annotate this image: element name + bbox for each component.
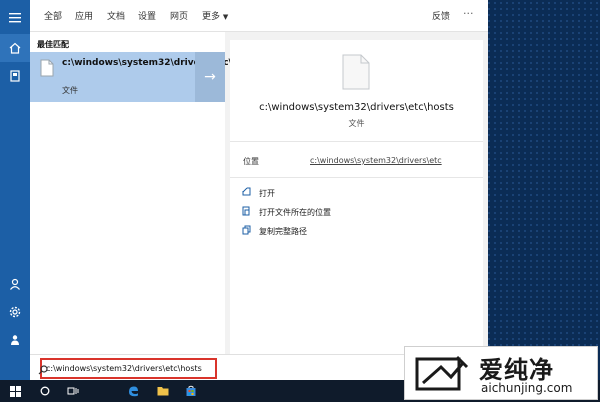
more-options-button[interactable]: ··· <box>463 7 474 20</box>
tab-documents[interactable]: 文档 <box>107 9 125 22</box>
file-large-icon <box>342 54 370 94</box>
search-icon <box>38 360 48 379</box>
cortana-icon[interactable] <box>34 380 56 402</box>
site-watermark: 爱纯净 aichunjing.com <box>404 346 598 400</box>
open-action-label: 打开 <box>259 188 275 198</box>
edge-icon[interactable] <box>122 380 144 402</box>
brand-url: aichunjing.com <box>481 381 573 395</box>
filter-tabs-bar: 全部 应用 文档 设置 网页 更多 ▼ 反馈 ··· <box>30 0 488 32</box>
tab-web[interactable]: 网页 <box>170 9 188 22</box>
home-icon[interactable] <box>0 34 30 62</box>
best-match-title: c:\windows\system32\drivers\etc\hosts <box>62 58 260 68</box>
open-file-location-action[interactable]: 打开文件所在的位置 <box>242 205 331 219</box>
open-icon <box>242 187 252 199</box>
feedback-link[interactable]: 反馈 <box>432 9 450 22</box>
task-view-icon[interactable] <box>62 380 84 402</box>
store-icon[interactable] <box>180 380 202 402</box>
detail-title: c:\windows\system32\drivers\etc\hosts <box>259 102 454 113</box>
location-link[interactable]: c:\windows\system32\drivers\etc <box>310 156 442 165</box>
settings-icon[interactable] <box>0 298 30 326</box>
open-action[interactable]: 打开 <box>242 186 275 200</box>
location-label: 位置 <box>243 157 259 166</box>
best-match-item[interactable]: c:\windows\system32\drivers\etc\hosts 文件… <box>30 52 260 102</box>
recent-docs-icon[interactable] <box>0 62 30 90</box>
results-list: 最佳匹配 c:\windows\system32\drivers\etc\hos… <box>30 32 260 354</box>
folder-open-icon <box>242 206 252 219</box>
arrow-right-icon[interactable]: → <box>195 52 225 102</box>
windows-start-icon[interactable] <box>4 380 26 402</box>
search-input[interactable]: c:\windows\system32\drivers\etc\hosts <box>40 358 217 379</box>
copy-path-label: 复制完整路径 <box>259 226 307 236</box>
detail-type: 文件 <box>348 119 365 128</box>
feedback-icon[interactable] <box>0 326 30 354</box>
divider <box>230 141 483 142</box>
copy-path-action[interactable]: 复制完整路径 <box>242 224 307 238</box>
hamburger-menu-icon[interactable] <box>0 4 30 32</box>
tab-more-label: 更多 <box>202 12 221 22</box>
file-icon <box>40 59 54 81</box>
open-file-location-label: 打开文件所在的位置 <box>259 207 331 217</box>
user-icon[interactable] <box>0 270 30 298</box>
file-explorer-icon[interactable] <box>152 380 174 402</box>
divider <box>230 177 483 178</box>
best-match-type: 文件 <box>62 86 78 95</box>
chevron-down-icon: ▼ <box>222 13 229 21</box>
tab-all[interactable]: 全部 <box>44 9 62 22</box>
site-logo <box>411 353 471 399</box>
start-rail <box>0 0 30 380</box>
detail-pane: c:\windows\system32\drivers\etc\hosts 文件… <box>230 40 483 354</box>
copy-icon <box>242 225 252 238</box>
brand-name: 爱纯净 <box>479 356 554 384</box>
tab-settings[interactable]: 设置 <box>138 9 156 22</box>
search-panel: 全部 应用 文档 设置 网页 更多 ▼ 反馈 ··· 最佳匹配 c:\windo… <box>30 0 488 380</box>
tab-more[interactable]: 更多 ▼ <box>202 9 228 22</box>
tab-apps[interactable]: 应用 <box>75 9 93 22</box>
best-match-heading: 最佳匹配 <box>37 40 69 49</box>
